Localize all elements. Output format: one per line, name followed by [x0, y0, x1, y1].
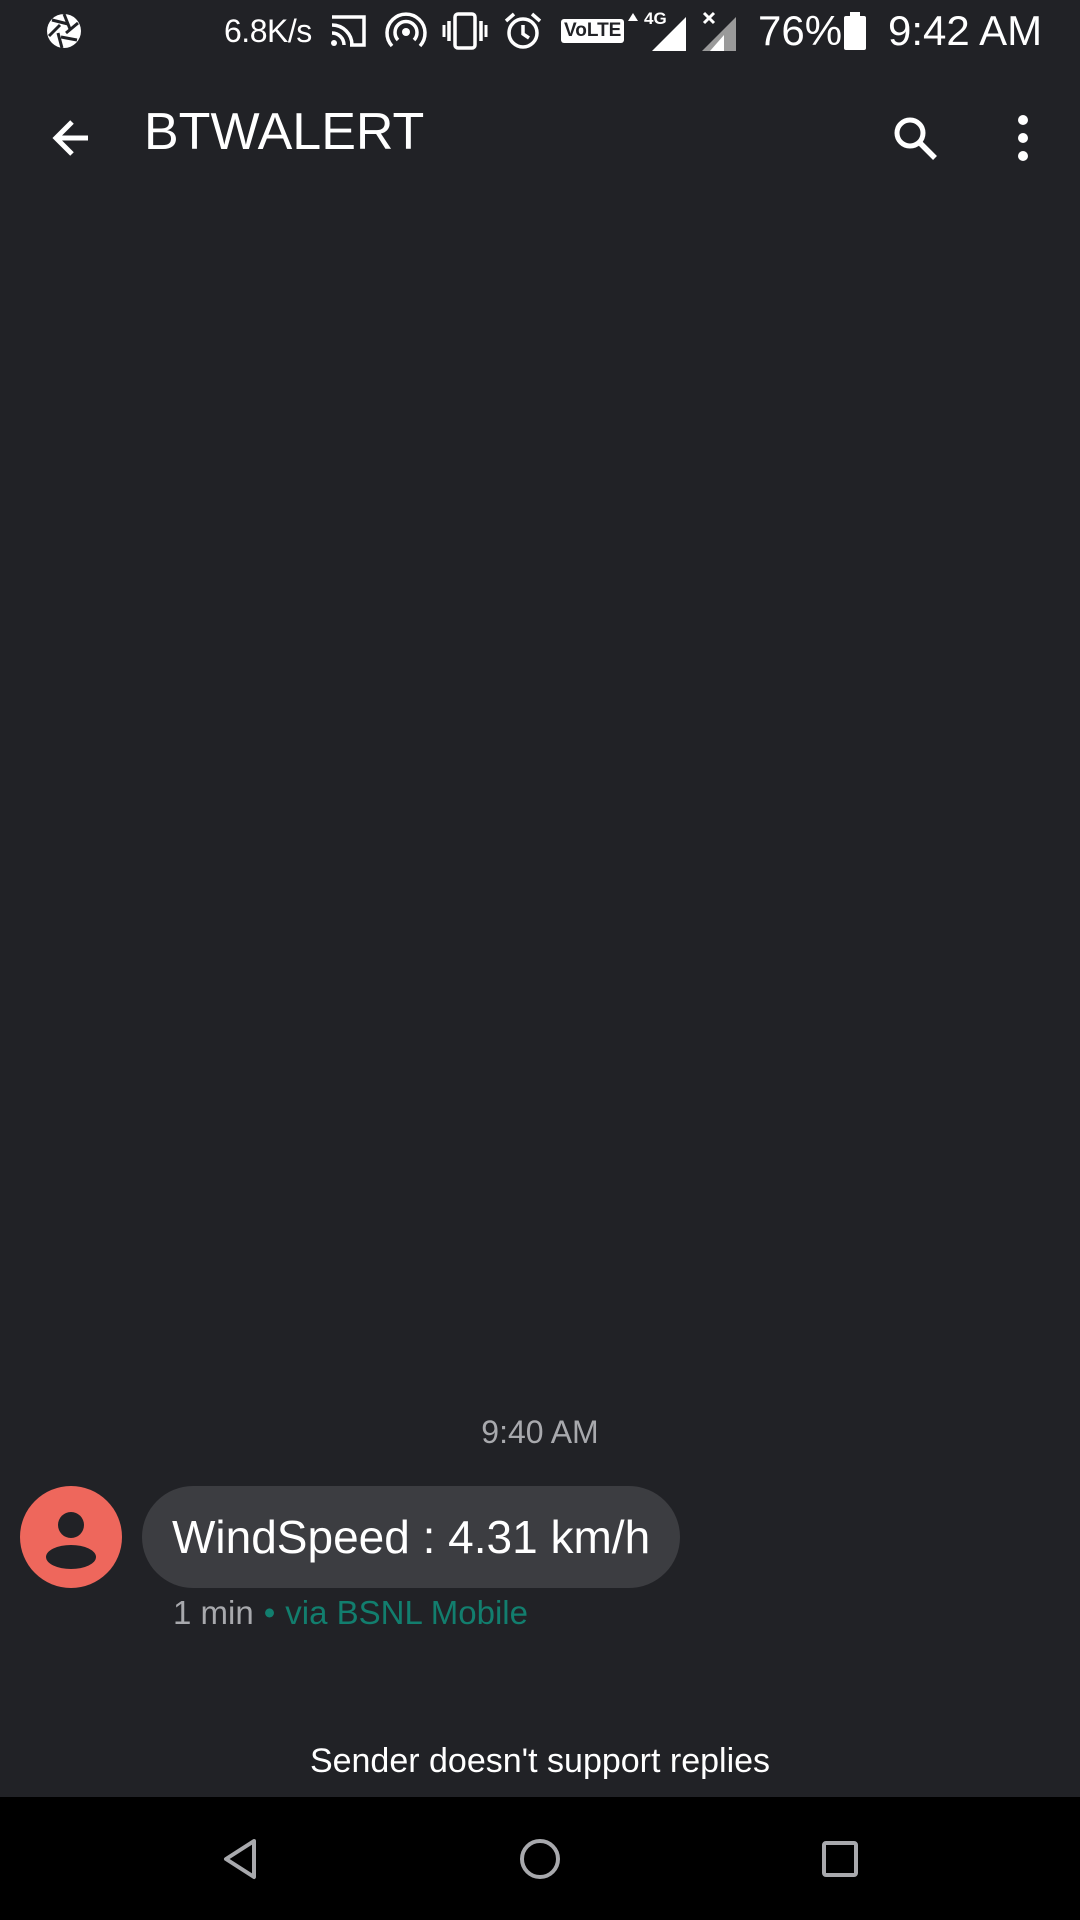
- net-speed: 6.8K/s: [224, 12, 312, 49]
- screen: 6.8K/s VoLTE 4G 76% 9:42 AM BTWALERT 9:4…: [0, 0, 1080, 1920]
- search-icon: [894, 117, 937, 160]
- signal-icon: 4G: [626, 0, 688, 62]
- hotspot-icon: [385, 0, 427, 62]
- message-text: WindSpeed : 4.31 km/h: [172, 1511, 651, 1563]
- back-arrow-icon: [52, 120, 88, 156]
- message-timestamp: 9:40 AM: [481, 1414, 599, 1450]
- alarm-icon: [503, 0, 543, 62]
- sender-avatar[interactable]: [20, 1486, 122, 1588]
- square-recents-icon: [822, 1841, 858, 1877]
- aperture-icon: [44, 0, 84, 62]
- app-bar: BTWALERT: [0, 62, 1080, 204]
- battery-icon: [843, 0, 867, 62]
- back-button[interactable]: [32, 98, 112, 178]
- meta-separator: •: [263, 1594, 276, 1631]
- triangle-back-icon: [224, 1839, 256, 1879]
- network-type: 4G: [644, 9, 667, 28]
- no-signal-icon: [702, 0, 738, 62]
- status-bar: 6.8K/s VoLTE 4G 76% 9:42 AM: [0, 0, 1080, 62]
- battery-percent: 76%: [758, 7, 843, 54]
- volte-icon: VoLTE: [561, 0, 625, 62]
- message-via-carrier: via BSNL Mobile: [285, 1594, 528, 1631]
- cast-icon: [328, 0, 368, 62]
- search-button[interactable]: [875, 98, 955, 178]
- message-meta: 1 min • via BSNL Mobile: [173, 1590, 528, 1636]
- nav-back-button[interactable]: [198, 1817, 282, 1901]
- clock: 9:42 AM: [888, 7, 1043, 54]
- navigation-bar: [0, 1797, 1080, 1920]
- more-options-button[interactable]: [983, 98, 1063, 178]
- conversation-title: BTWALERT: [144, 103, 425, 161]
- circle-home-icon: [520, 1839, 560, 1879]
- nav-recents-button[interactable]: [798, 1817, 882, 1901]
- person-icon: [46, 1512, 96, 1569]
- more-vert-icon: [1018, 115, 1028, 161]
- message-bubble[interactable]: WindSpeed : 4.31 km/h: [142, 1486, 681, 1588]
- vibrate-icon: [442, 0, 488, 62]
- no-reply-notice: Sender doesn't support replies: [309, 1742, 771, 1780]
- message-time-ago: 1 min: [173, 1594, 254, 1631]
- nav-home-button[interactable]: [498, 1817, 582, 1901]
